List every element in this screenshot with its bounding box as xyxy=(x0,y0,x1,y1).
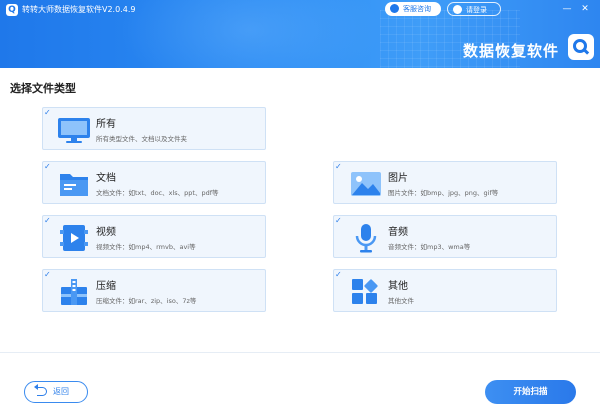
apps-grid-icon xyxy=(352,279,378,304)
minimize-button[interactable]: — xyxy=(560,2,574,16)
filetype-card-all[interactable]: ✓ 所有 所有类型文件、文档以及文件夹 xyxy=(42,107,266,150)
card-title-all: 所有 xyxy=(96,119,116,130)
filetype-card-audio[interactable]: ✓ 音频 音频文件：如mp3、wma等 xyxy=(333,215,557,258)
video-icon xyxy=(60,225,88,251)
filetype-card-other[interactable]: ✓ 其他 其他文件 xyxy=(333,269,557,312)
checkbox-audio[interactable]: ✓ xyxy=(335,216,342,225)
consult-button[interactable]: 客服咨询 xyxy=(385,2,441,16)
folder-icon xyxy=(60,174,88,196)
header-glow xyxy=(120,0,380,68)
filetype-card-document[interactable]: ✓ 文档 文档文件：如txt、doc、xls、ppt、pdf等 xyxy=(42,161,266,204)
start-scan-button[interactable]: 开始扫描 xyxy=(485,380,576,404)
archive-icon xyxy=(61,279,87,305)
card-title-audio: 音频 xyxy=(388,227,408,238)
footer-divider xyxy=(0,352,600,353)
back-button[interactable]: 返回 xyxy=(24,381,88,403)
checkbox-other[interactable]: ✓ xyxy=(335,270,342,279)
window-title: 转转大师数据恢复软件V2.0.4.9 xyxy=(22,5,136,14)
back-label: 返回 xyxy=(53,387,69,396)
picture-icon xyxy=(351,172,381,196)
card-desc-video: 视频文件：如mp4、rmvb、avi等 xyxy=(96,243,196,251)
checkbox-archive[interactable]: ✓ xyxy=(44,270,51,279)
microphone-icon xyxy=(355,224,377,253)
app-logo-icon: Q xyxy=(6,4,18,16)
card-desc-all: 所有类型文件、文档以及文件夹 xyxy=(96,135,187,143)
filetype-card-video[interactable]: ✓ 视频 视频文件：如mp4、rmvb、avi等 xyxy=(42,215,266,258)
card-desc-audio: 音频文件：如mp3、wma等 xyxy=(388,243,471,251)
user-icon xyxy=(453,5,462,14)
card-title-archive: 压缩 xyxy=(96,281,116,292)
card-title-video: 视频 xyxy=(96,227,116,238)
brand-search-icon xyxy=(568,34,594,60)
close-button[interactable]: ✕ xyxy=(578,2,592,16)
back-arrow-icon xyxy=(34,384,47,396)
card-desc-other: 其他文件 xyxy=(388,297,414,305)
monitor-icon xyxy=(58,118,90,143)
login-label: 请登录 xyxy=(466,6,487,14)
checkbox-video[interactable]: ✓ xyxy=(44,216,51,225)
section-title: 选择文件类型 xyxy=(10,82,76,95)
card-desc-document: 文档文件：如txt、doc、xls、ppt、pdf等 xyxy=(96,189,219,197)
card-title-document: 文档 xyxy=(96,173,116,184)
card-title-other: 其他 xyxy=(388,281,408,292)
checkbox-document[interactable]: ✓ xyxy=(44,162,51,171)
card-desc-archive: 压缩文件：如rar、zip、iso、7z等 xyxy=(96,297,197,305)
title-bar: Q 转转大师数据恢复软件V2.0.4.9 客服咨询 请登录 — ✕ 数据恢复软件 xyxy=(0,0,600,68)
checkbox-all[interactable]: ✓ xyxy=(44,108,51,117)
card-desc-image: 图片文件：如bmp、jpg、png、gif等 xyxy=(388,189,499,197)
checkbox-image[interactable]: ✓ xyxy=(335,162,342,171)
filetype-card-archive[interactable]: ✓ 压缩 压缩文件：如rar、zip、iso、7z等 xyxy=(42,269,266,312)
card-title-image: 图片 xyxy=(388,173,408,184)
customer-service-icon xyxy=(390,4,399,13)
filetype-card-image[interactable]: ✓ 图片 图片文件：如bmp、jpg、png、gif等 xyxy=(333,161,557,204)
consult-label: 客服咨询 xyxy=(403,5,431,13)
login-button[interactable]: 请登录 xyxy=(447,2,501,16)
brand-title: 数据恢复软件 xyxy=(463,42,560,60)
